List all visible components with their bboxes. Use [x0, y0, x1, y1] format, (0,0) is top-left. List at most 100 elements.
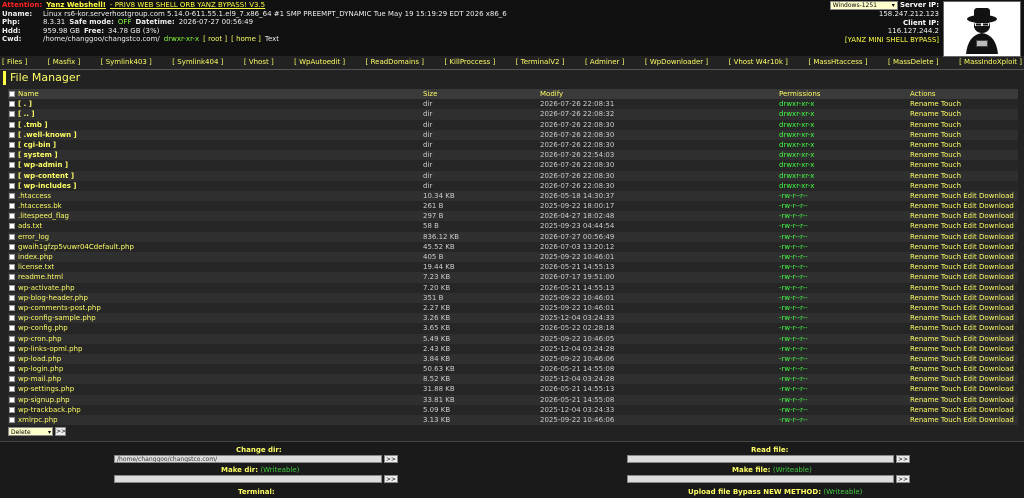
- row-checkbox[interactable]: [9, 406, 15, 413]
- change-dir-go-button[interactable]: >>: [384, 455, 398, 463]
- file-actions[interactable]: Rename Touch Edit Download: [910, 303, 1014, 313]
- row-checkbox[interactable]: [9, 152, 15, 159]
- file-name-link[interactable]: wp-signup.php: [18, 395, 70, 405]
- row-checkbox[interactable]: [9, 111, 15, 118]
- file-permissions[interactable]: -rw-r--r--: [779, 303, 808, 313]
- menu-vhost-w4r10k[interactable]: [ Vhost W4r10k ]: [729, 57, 788, 68]
- file-name-link[interactable]: index.php: [18, 252, 53, 262]
- file-name-link[interactable]: wp-trackback.php: [18, 405, 81, 415]
- file-permissions[interactable]: -rw-r--r--: [779, 395, 808, 405]
- file-name-link[interactable]: xmlrpc.php: [18, 415, 58, 425]
- row-checkbox[interactable]: [9, 396, 15, 403]
- shell-title-link[interactable]: Yanz Webshell!: [46, 1, 106, 10]
- file-actions[interactable]: Rename Touch: [910, 109, 961, 119]
- file-name-link[interactable]: wp-config-sample.php: [18, 313, 96, 323]
- file-name-link[interactable]: .litespeed_flag: [18, 211, 69, 221]
- file-permissions[interactable]: drwxr-xr-x: [779, 171, 814, 181]
- file-actions[interactable]: Rename Touch Edit Download: [910, 293, 1014, 303]
- cwd-path[interactable]: /home/changgoo/changstco.com/: [43, 35, 160, 44]
- cwd-home-link[interactable]: [ home ]: [231, 35, 261, 44]
- file-permissions[interactable]: -rw-r--r--: [779, 242, 808, 252]
- row-checkbox[interactable]: [9, 121, 15, 128]
- file-actions[interactable]: Rename Touch Edit Download: [910, 323, 1014, 333]
- charset-select[interactable]: Windows-1251 ▾: [829, 1, 898, 10]
- file-permissions[interactable]: -rw-r--r--: [779, 272, 808, 282]
- file-actions[interactable]: Rename Touch: [910, 171, 961, 181]
- file-permissions[interactable]: -rw-r--r--: [779, 262, 808, 272]
- file-permissions[interactable]: -rw-r--r--: [779, 252, 808, 262]
- file-permissions[interactable]: drwxr-xr-x: [779, 130, 814, 140]
- file-permissions[interactable]: -rw-r--r--: [779, 201, 808, 211]
- file-permissions[interactable]: -rw-r--r--: [779, 283, 808, 293]
- menu-symlink404[interactable]: [ Symlink404 ]: [172, 57, 223, 68]
- file-name-link[interactable]: [ .well-known ]: [18, 130, 77, 140]
- file-actions[interactable]: Rename Touch Edit Download: [910, 211, 1014, 221]
- row-checkbox[interactable]: [9, 223, 15, 230]
- menu-masfix[interactable]: [ Masfix ]: [48, 57, 80, 68]
- file-actions[interactable]: Rename Touch Edit Download: [910, 395, 1014, 405]
- make-file-go-button[interactable]: >>: [896, 475, 910, 483]
- change-dir-input[interactable]: /home/changgoo/changstco.com/: [114, 455, 382, 463]
- file-name-link[interactable]: [ .tmb ]: [18, 120, 48, 130]
- menu-massdelete[interactable]: [ MassDelete ]: [888, 57, 939, 68]
- row-checkbox[interactable]: [9, 141, 15, 148]
- file-actions[interactable]: Rename Touch: [910, 130, 961, 140]
- file-name-link[interactable]: wp-cron.php: [18, 334, 62, 344]
- file-permissions[interactable]: drwxr-xr-x: [779, 150, 814, 160]
- read-file-go-button[interactable]: >>: [896, 455, 910, 463]
- file-name-link[interactable]: readme.html: [18, 272, 63, 282]
- menu-terminalv2[interactable]: [ TerminalV2 ]: [516, 57, 565, 68]
- file-actions[interactable]: Rename Touch Edit Download: [910, 313, 1014, 323]
- row-checkbox[interactable]: [9, 315, 15, 322]
- row-checkbox[interactable]: [9, 366, 15, 373]
- file-actions[interactable]: Rename Touch: [910, 181, 961, 191]
- file-permissions[interactable]: -rw-r--r--: [779, 405, 808, 415]
- row-checkbox[interactable]: [9, 417, 15, 423]
- row-checkbox[interactable]: [9, 192, 15, 199]
- file-name-link[interactable]: wp-load.php: [18, 354, 61, 364]
- file-permissions[interactable]: -rw-r--r--: [779, 374, 808, 384]
- file-name-link[interactable]: ads.txt: [18, 221, 42, 231]
- file-actions[interactable]: Rename Touch Edit Download: [910, 415, 1014, 425]
- menu-wpautoedit[interactable]: [ WpAutoedit ]: [294, 57, 345, 68]
- row-checkbox[interactable]: [9, 345, 15, 352]
- row-checkbox[interactable]: [9, 304, 15, 311]
- cwd-text-link[interactable]: Text: [265, 35, 279, 44]
- file-name-link[interactable]: .htaccess: [18, 191, 51, 201]
- file-name-link[interactable]: wp-links-opml.php: [18, 344, 82, 354]
- select-all-checkbox[interactable]: [9, 91, 15, 97]
- file-permissions[interactable]: drwxr-xr-x: [779, 181, 814, 191]
- file-name-link[interactable]: [ wp-content ]: [18, 171, 74, 181]
- file-name-link[interactable]: .htaccess.bk: [18, 201, 62, 211]
- file-name-link[interactable]: error_log: [18, 232, 49, 242]
- menu-readdomains[interactable]: [ ReadDomains ]: [366, 57, 424, 68]
- make-file-input[interactable]: [627, 475, 894, 483]
- file-permissions[interactable]: -rw-r--r--: [779, 344, 808, 354]
- file-actions[interactable]: Rename Touch: [910, 99, 961, 109]
- row-checkbox[interactable]: [9, 243, 15, 250]
- file-actions[interactable]: Rename Touch Edit Download: [910, 232, 1014, 242]
- file-actions[interactable]: Rename Touch Edit Download: [910, 283, 1014, 293]
- file-name-link[interactable]: [ .. ]: [18, 109, 35, 119]
- menu-massindoxploit[interactable]: [ MassIndoXploit ]: [959, 57, 1022, 68]
- row-checkbox[interactable]: [9, 172, 15, 179]
- menu-symlink403[interactable]: [ Symlink403 ]: [101, 57, 152, 68]
- file-actions[interactable]: Rename Touch Edit Download: [910, 221, 1014, 231]
- make-dir-go-button[interactable]: >>: [384, 475, 398, 483]
- file-name-link[interactable]: wp-comments-post.php: [18, 303, 101, 313]
- file-permissions[interactable]: -rw-r--r--: [779, 334, 808, 344]
- row-checkbox[interactable]: [9, 203, 15, 210]
- file-permissions[interactable]: -rw-r--r--: [779, 313, 808, 323]
- cwd-root-link[interactable]: [ root ]: [203, 35, 227, 44]
- menu-killproccess[interactable]: [ KillProccess ]: [444, 57, 495, 68]
- file-name-link[interactable]: wp-activate.php: [18, 283, 75, 293]
- file-name-link[interactable]: [ cgi-bin ]: [18, 140, 56, 150]
- file-actions[interactable]: Rename Touch Edit Download: [910, 344, 1014, 354]
- file-permissions[interactable]: -rw-r--r--: [779, 354, 808, 364]
- file-name-link[interactable]: wp-blog-header.php: [18, 293, 88, 303]
- row-checkbox[interactable]: [9, 355, 15, 362]
- file-actions[interactable]: Rename Touch Edit Download: [910, 242, 1014, 252]
- file-actions[interactable]: Rename Touch Edit Download: [910, 374, 1014, 384]
- file-permissions[interactable]: -rw-r--r--: [779, 221, 808, 231]
- read-file-input[interactable]: [627, 455, 894, 463]
